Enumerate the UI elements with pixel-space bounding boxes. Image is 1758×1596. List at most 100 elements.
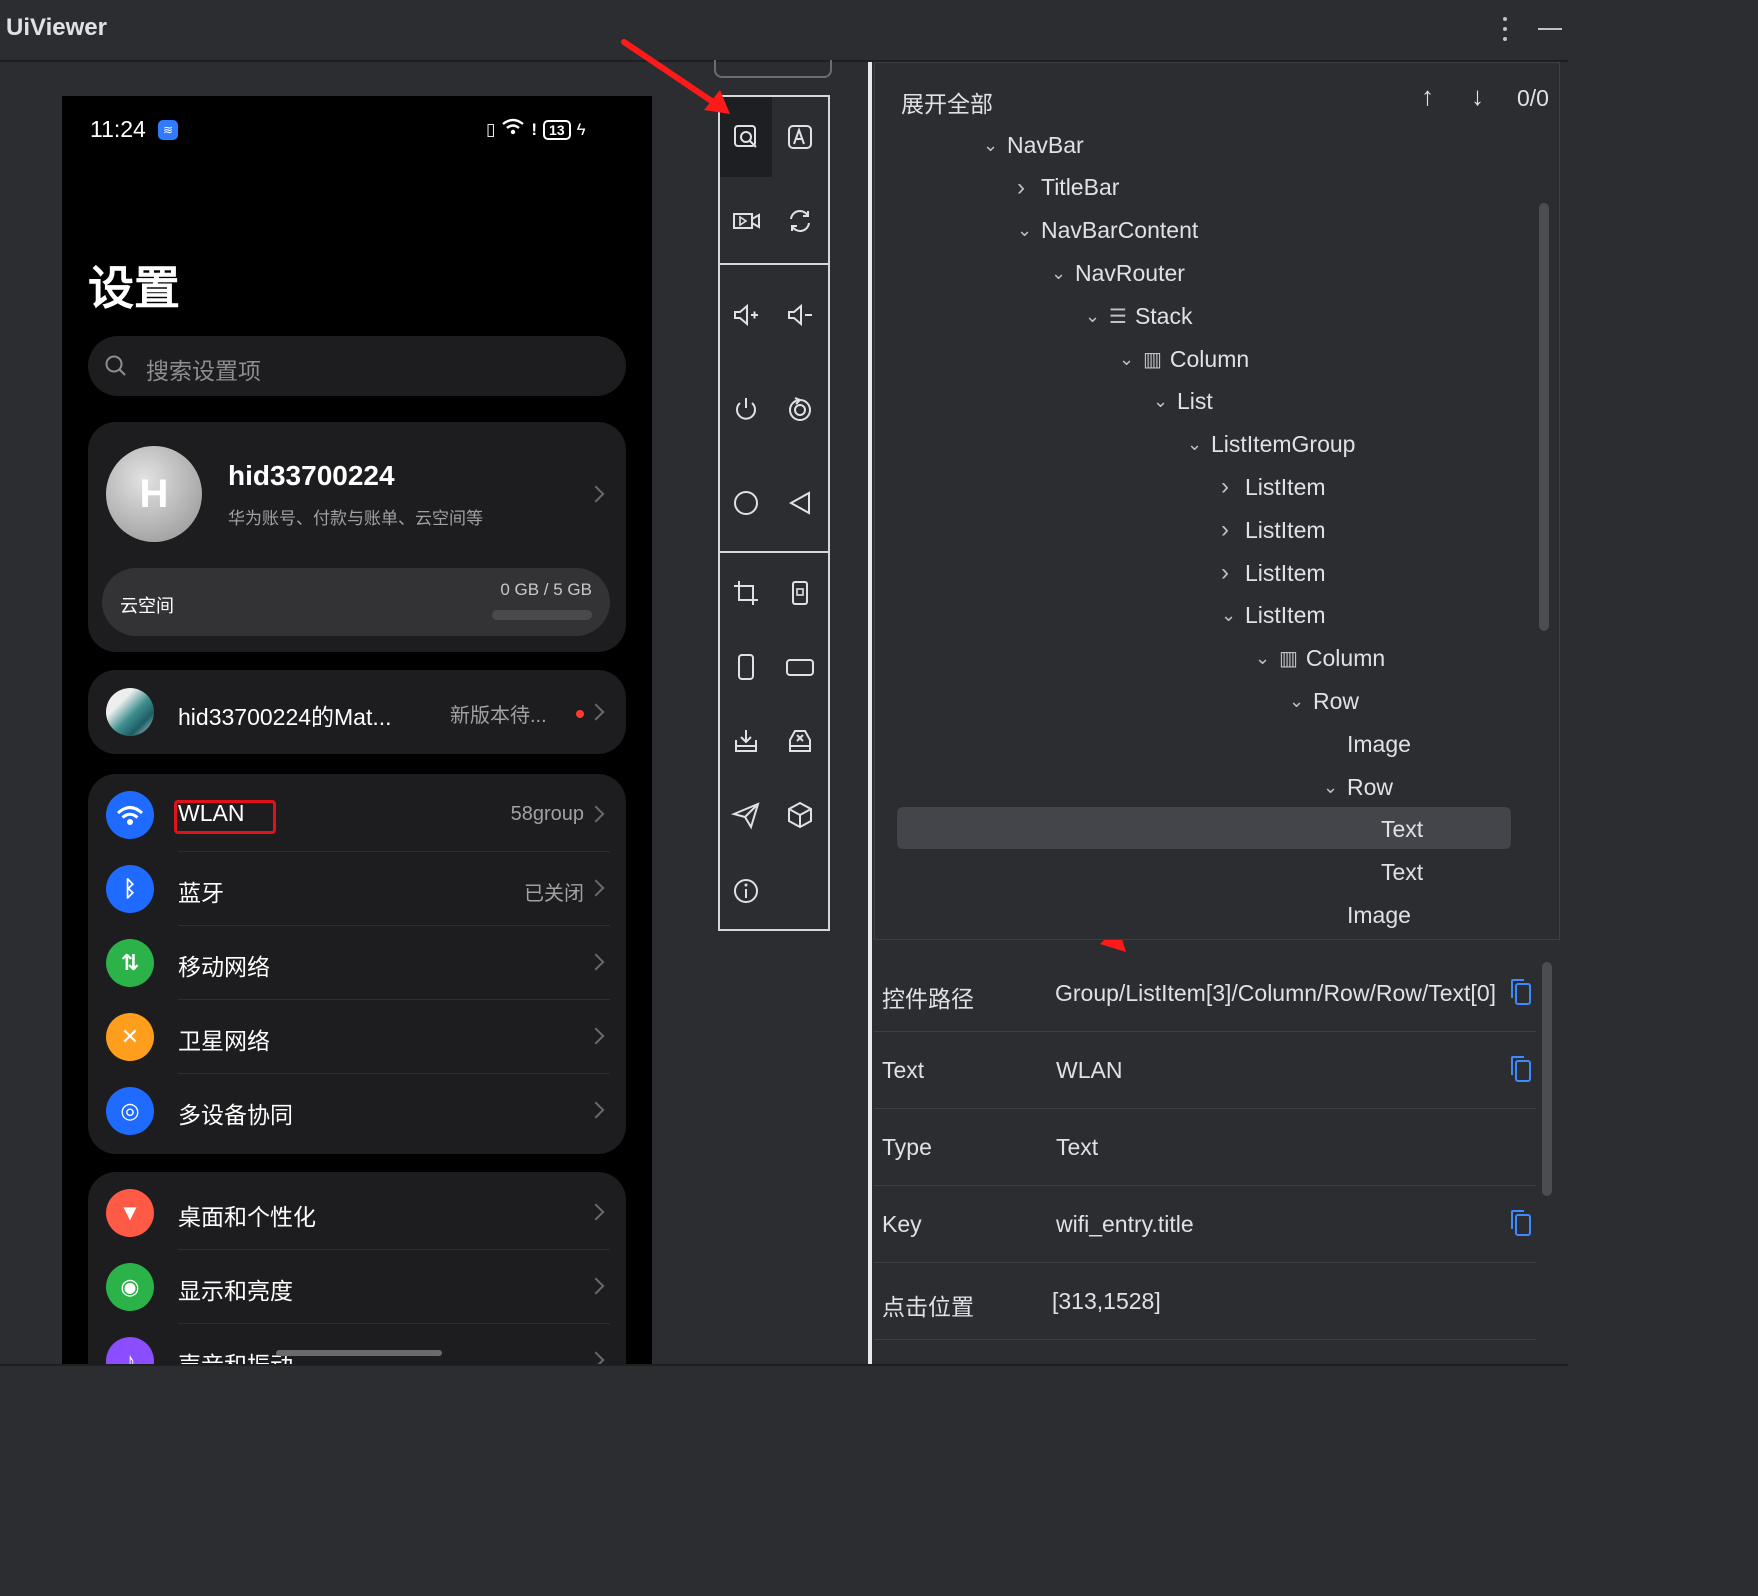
row-label: 声音和振动 bbox=[178, 1346, 293, 1364]
cloud-label: 云空间 bbox=[120, 596, 174, 616]
property-key: 控件路径 bbox=[882, 986, 974, 1012]
chevron-right-icon[interactable]: › bbox=[1221, 473, 1245, 501]
arrow-down-icon[interactable]: ↓ bbox=[1471, 81, 1484, 112]
chevron-right-icon bbox=[587, 703, 605, 721]
device-thumbnail bbox=[106, 688, 154, 736]
reboot-icon[interactable] bbox=[774, 383, 826, 435]
settings-row-display[interactable]: ◉ 显示和亮度 bbox=[88, 1250, 626, 1324]
tree-node[interactable]: ⌄ ▥ Column bbox=[1119, 339, 1249, 379]
info-icon[interactable] bbox=[720, 865, 772, 917]
minimize-icon[interactable] bbox=[1538, 28, 1562, 30]
uninstall-app-icon[interactable] bbox=[774, 715, 826, 767]
settings-row-mobile-network[interactable]: ⇅ 移动网络 bbox=[88, 926, 626, 1000]
chevron-down-icon[interactable]: ⌄ bbox=[1017, 220, 1041, 241]
chevron-right-icon[interactable]: › bbox=[1221, 559, 1245, 587]
property-row-type: Type Text bbox=[874, 1110, 1536, 1186]
power-icon[interactable] bbox=[720, 383, 772, 435]
panel-splitter[interactable] bbox=[868, 62, 872, 1364]
tree-node[interactable]: Text bbox=[1357, 810, 1423, 850]
chevron-right-icon[interactable]: › bbox=[1017, 174, 1041, 202]
chevron-down-icon[interactable]: ⌄ bbox=[1323, 777, 1347, 798]
search-input[interactable]: 搜索设置项 bbox=[88, 336, 626, 396]
tree-node[interactable]: ⌄ NavBar bbox=[983, 125, 1084, 165]
settings-row-desktop[interactable]: ▼ 桌面和个性化 bbox=[88, 1176, 626, 1250]
tree-node[interactable]: ⌄ Row bbox=[1289, 681, 1359, 721]
back-icon[interactable] bbox=[774, 477, 826, 529]
chevron-down-icon[interactable]: ⌄ bbox=[1255, 648, 1279, 669]
chevron-down-icon[interactable]: ⌄ bbox=[983, 135, 1007, 156]
chevron-down-icon[interactable]: ⌄ bbox=[1187, 434, 1211, 455]
chevron-down-icon[interactable]: ⌄ bbox=[1221, 605, 1245, 626]
chevron-down-icon[interactable]: ⌄ bbox=[1153, 391, 1177, 412]
page-title: 设置 bbox=[88, 262, 180, 314]
chevron-down-icon[interactable]: ⌄ bbox=[1051, 263, 1075, 284]
property-key: Text bbox=[882, 1057, 925, 1083]
chevron-right-icon bbox=[587, 1203, 605, 1221]
property-value-text: Group/ListItem[3]/Column/Row/Row/Text[0] bbox=[1056, 980, 1496, 1006]
package-icon[interactable] bbox=[774, 789, 826, 841]
tree-node[interactable]: › ListItem bbox=[1221, 553, 1326, 593]
copy-icon[interactable] bbox=[1510, 978, 1532, 1006]
refresh-icon[interactable] bbox=[774, 195, 826, 247]
settings-row-satellite[interactable]: ✕ 卫星网络 bbox=[88, 1000, 626, 1074]
device-screen[interactable]: 11:24 ≋ ▯ ! 13 ϟ 设置 搜索设置项 H hid33700224 … bbox=[62, 96, 652, 1364]
cloud-storage-bar[interactable]: 云空间 0 GB / 5 GB bbox=[102, 568, 610, 636]
tree-scrollbar[interactable] bbox=[1539, 203, 1549, 631]
record-video-icon[interactable] bbox=[720, 195, 772, 247]
tree-node[interactable]: › ListItem bbox=[1221, 467, 1326, 507]
tree-node[interactable]: ⌄ ☰ Stack bbox=[1085, 296, 1192, 336]
tree-node[interactable]: ⌄ List bbox=[1153, 382, 1213, 422]
row-value: 已关闭 bbox=[524, 883, 584, 905]
copy-icon[interactable] bbox=[1510, 1055, 1532, 1083]
search-result-count: 0/0 bbox=[1517, 85, 1549, 111]
send-icon[interactable] bbox=[720, 789, 772, 841]
landscape-icon[interactable] bbox=[774, 641, 826, 693]
chevron-right-icon bbox=[587, 953, 605, 971]
chevron-right-icon[interactable]: › bbox=[1221, 516, 1245, 544]
wifi-status-icon bbox=[501, 118, 525, 141]
settings-row-sound[interactable]: ♪ 声音和振动 bbox=[88, 1324, 626, 1364]
column-icon: ▥ bbox=[1143, 348, 1162, 371]
tree-node[interactable]: › ListItem bbox=[1221, 510, 1326, 550]
tree-node[interactable]: ⌄ Row bbox=[1323, 767, 1393, 807]
settings-row-multi-device[interactable]: ◎ 多设备协同 bbox=[88, 1074, 626, 1148]
account-subtitle: 华为账号、付款与账单、云空间等 bbox=[228, 509, 483, 528]
settings-row-bluetooth[interactable]: ᛒ 蓝牙 已关闭 bbox=[88, 852, 626, 926]
tree-node[interactable]: ⌄ ListItem bbox=[1221, 596, 1326, 636]
copy-icon[interactable] bbox=[1510, 1209, 1532, 1237]
font-check-icon[interactable] bbox=[774, 111, 826, 163]
tree-node[interactable]: ⌄ ListItemGroup bbox=[1187, 425, 1355, 465]
tree-node[interactable]: ⌄ NavBarContent bbox=[1017, 211, 1198, 251]
home-icon[interactable] bbox=[720, 477, 772, 529]
property-row-click-position: 点击位置 [313,1528] bbox=[874, 1264, 1536, 1340]
row-label: 多设备协同 bbox=[178, 1102, 293, 1128]
rotate-screen-icon[interactable] bbox=[774, 567, 826, 619]
expand-all-button[interactable]: 展开全部 bbox=[901, 85, 993, 119]
volume-up-icon[interactable] bbox=[720, 289, 772, 341]
chevron-down-icon[interactable]: ⌄ bbox=[1085, 306, 1109, 327]
portrait-icon[interactable] bbox=[720, 641, 772, 693]
property-value: Text bbox=[1056, 1134, 1099, 1160]
tree-node[interactable]: ⌄ NavRouter bbox=[1051, 253, 1185, 293]
account-card[interactable]: H hid33700224 华为账号、付款与账单、云空间等 云空间 0 GB /… bbox=[88, 422, 626, 652]
tree-node-label: Column bbox=[1169, 345, 1250, 372]
search-icon bbox=[105, 355, 126, 376]
device-name: hid33700224的Mat... bbox=[178, 704, 392, 730]
properties-scrollbar[interactable] bbox=[1542, 962, 1552, 1196]
more-options-icon[interactable] bbox=[1494, 12, 1516, 46]
tree-node[interactable]: Text bbox=[1357, 853, 1423, 893]
chevron-down-icon[interactable]: ⌄ bbox=[1289, 691, 1313, 712]
install-app-icon[interactable] bbox=[720, 715, 772, 767]
tree-node[interactable]: › TitleBar bbox=[1017, 168, 1119, 208]
arrow-up-icon[interactable]: ↑ bbox=[1421, 81, 1434, 112]
chevron-down-icon[interactable]: ⌄ bbox=[1119, 349, 1143, 370]
crop-icon[interactable] bbox=[720, 567, 772, 619]
app-title: UiViewer bbox=[6, 14, 107, 41]
tree-node[interactable]: Image bbox=[1323, 895, 1411, 935]
volume-down-icon[interactable] bbox=[774, 289, 826, 341]
device-update-card[interactable]: hid33700224的Mat... 新版本待... bbox=[88, 670, 626, 754]
tree-node[interactable]: ⌄ ▥ Column bbox=[1255, 639, 1385, 679]
tree-node-label: NavBar bbox=[1007, 131, 1084, 158]
tree-node[interactable]: Image bbox=[1323, 724, 1411, 764]
settings-row-wlan[interactable]: WLAN 58group bbox=[88, 778, 626, 852]
